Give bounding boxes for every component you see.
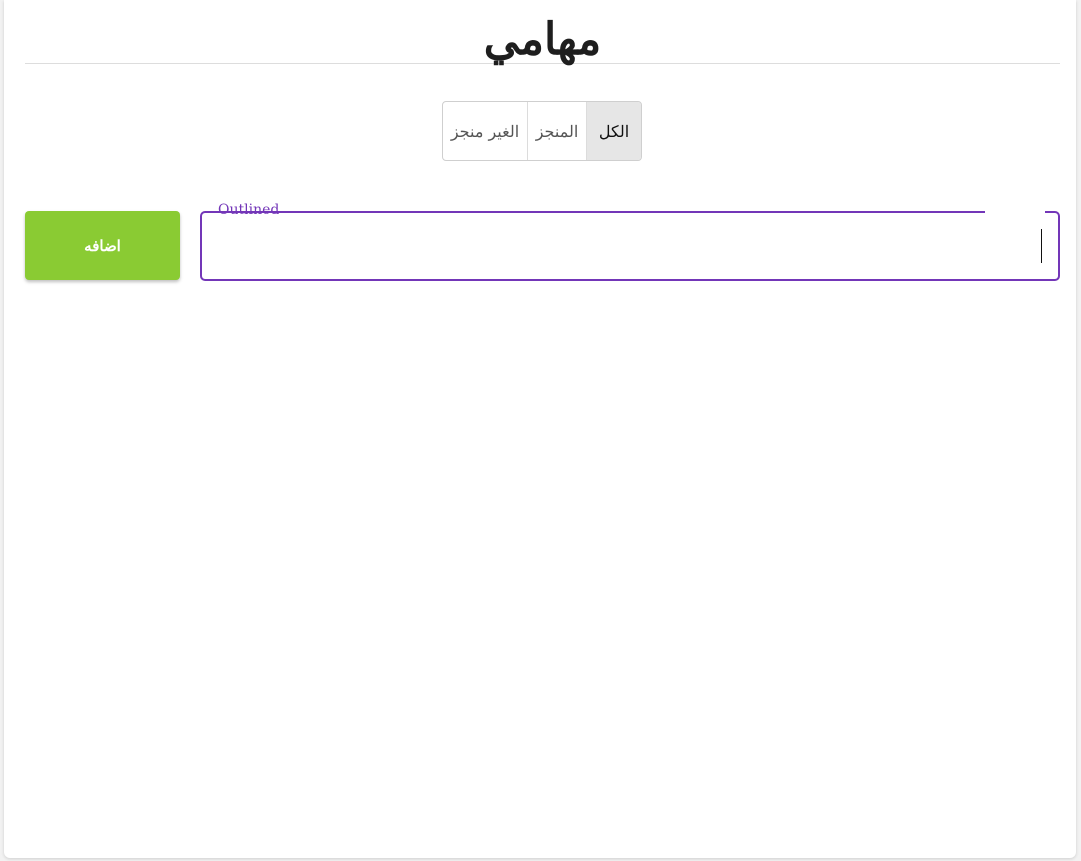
add-task-button[interactable]: اضافه xyxy=(25,211,180,280)
task-input[interactable] xyxy=(212,225,1048,267)
filter-all-button[interactable]: الكل xyxy=(587,102,641,160)
text-caret xyxy=(1041,229,1042,263)
filter-not-done-button[interactable]: الغير منجز xyxy=(443,102,528,160)
filter-toggle-group: الغير منجز المنجز الكل xyxy=(442,101,642,161)
main-card: مهامي الغير منجز المنجز الكل اضافه Outli… xyxy=(4,0,1076,858)
input-label: Outlined xyxy=(218,202,280,218)
page-title: مهامي xyxy=(483,14,602,65)
input-outline-notch xyxy=(985,209,1045,213)
filter-done-button[interactable]: المنجز xyxy=(528,102,587,160)
header: مهامي xyxy=(25,0,1060,65)
task-input-field: Outlined xyxy=(200,202,1060,281)
